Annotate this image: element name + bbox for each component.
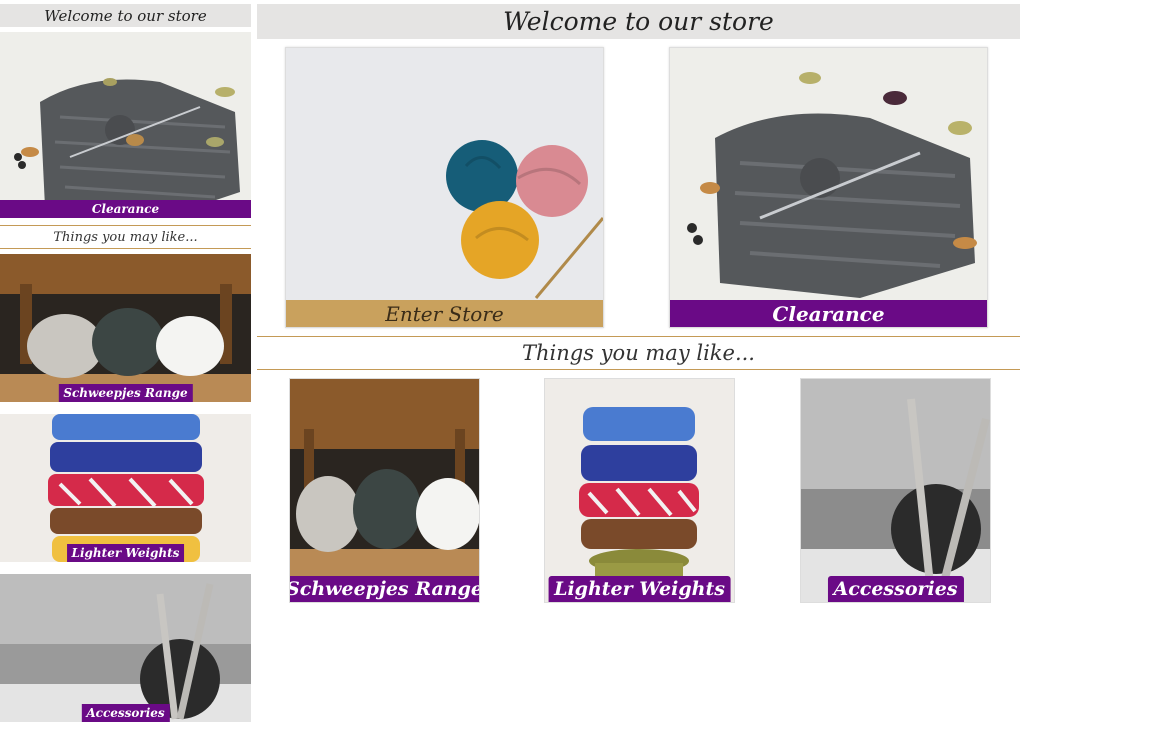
mobile-product-card[interactable]: Lighter Weights bbox=[0, 414, 251, 562]
mobile-header-title: Welcome to our store bbox=[44, 6, 207, 25]
blankets-image bbox=[0, 414, 251, 562]
clearance-card[interactable]: Clearance bbox=[669, 47, 988, 328]
page-title: Welcome to our store bbox=[503, 7, 774, 36]
clearance-image bbox=[0, 32, 251, 218]
yarn-chair-image bbox=[0, 254, 251, 402]
mobile-things-heading: Things you may like... bbox=[0, 225, 251, 249]
mobile-clearance-label: Clearance bbox=[0, 200, 251, 218]
mobile-product-card[interactable]: Schweepjes Range bbox=[0, 254, 251, 402]
mobile-clearance-card[interactable]: Clearance bbox=[0, 32, 251, 218]
mobile-product-label: Lighter Weights bbox=[66, 544, 185, 562]
product-label[interactable]: Schweepjes Range bbox=[290, 576, 479, 602]
enter-store-card[interactable]: Enter Store bbox=[285, 47, 604, 328]
yarn-chair-image bbox=[290, 379, 479, 602]
things-heading: Things you may like... bbox=[257, 336, 1020, 370]
page-header: Welcome to our store bbox=[257, 4, 1020, 39]
mobile-product-label: Accessories bbox=[81, 704, 170, 722]
mobile-product-label: Schweepjes Range bbox=[58, 384, 193, 402]
accessories-image bbox=[801, 379, 990, 602]
clearance-button[interactable]: Clearance bbox=[670, 300, 987, 327]
product-card[interactable]: Lighter Weights bbox=[544, 378, 735, 603]
product-label[interactable]: Accessories bbox=[827, 576, 964, 602]
mobile-product-card[interactable]: Accessories bbox=[0, 574, 251, 722]
mobile-header: Welcome to our store bbox=[0, 4, 251, 27]
yarn-balls-image bbox=[286, 48, 603, 300]
clearance-image bbox=[670, 48, 987, 300]
product-card[interactable]: Schweepjes Range bbox=[289, 378, 480, 603]
product-label[interactable]: Lighter Weights bbox=[548, 576, 731, 602]
accessories-image bbox=[0, 574, 251, 722]
enter-store-button[interactable]: Enter Store bbox=[286, 300, 603, 327]
blankets-image bbox=[545, 379, 734, 602]
product-card[interactable]: Accessories bbox=[800, 378, 991, 603]
